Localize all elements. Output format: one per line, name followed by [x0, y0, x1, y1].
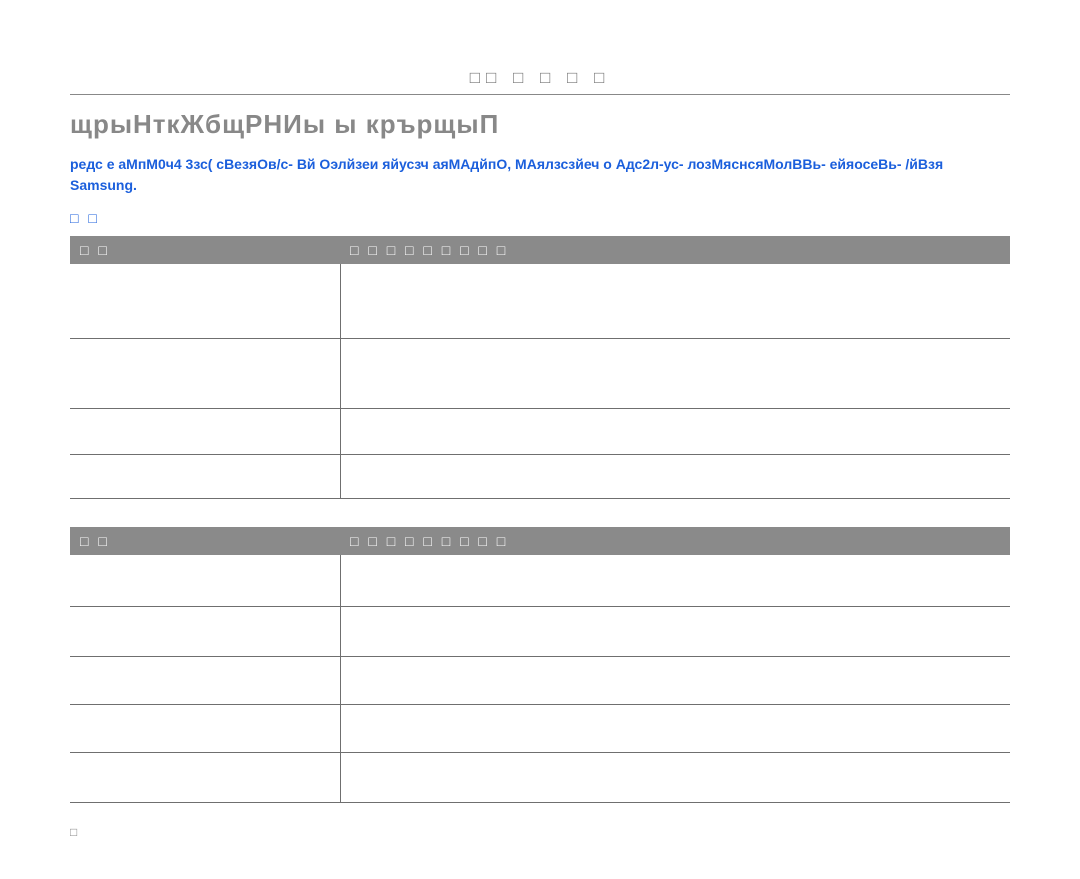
table2-r4-b: [340, 753, 1010, 803]
table-header-row: □ □ □ □ □ □ □ □ □ □ □: [70, 527, 1010, 555]
table-row: [70, 338, 1010, 408]
table1-r0-b: [340, 264, 1010, 338]
table-row: [70, 264, 1010, 338]
table-row: [70, 607, 1010, 657]
table2-r3-b: [340, 705, 1010, 753]
table2-r1-a: [70, 607, 340, 657]
table1-r2-a: [70, 408, 340, 454]
top-center-label: □□ □ □ □ □: [70, 68, 1010, 88]
table2-r1-b: [340, 607, 1010, 657]
table-row: [70, 705, 1010, 753]
table2-r4-a: [70, 753, 340, 803]
table1-header-b: □ □ □ □ □ □ □ □ □: [340, 236, 1010, 264]
table-row: [70, 555, 1010, 607]
table-row: [70, 657, 1010, 705]
table2-r0-b: [340, 555, 1010, 607]
spec-table-2: □ □ □ □ □ □ □ □ □ □ □: [70, 527, 1010, 804]
document-page: □□ □ □ □ □ щрыНткЖбщРНИы ы крърщыП редс …: [0, 0, 1080, 879]
table1-r1-a: [70, 338, 340, 408]
table2-r0-a: [70, 555, 340, 607]
spec-table-1: □ □ □ □ □ □ □ □ □ □ □: [70, 236, 1010, 499]
blue-subnote: □ □: [70, 210, 1010, 226]
table-row: [70, 408, 1010, 454]
table1-r3-b: [340, 454, 1010, 498]
table1-header-a: □ □: [70, 236, 340, 264]
blue-note-text: редс е аМпМ0ч4 3зс( сВезяОв/с- Вй Оэлйзе…: [70, 154, 1010, 196]
table2-header-a: □ □: [70, 527, 340, 555]
table2-r3-a: [70, 705, 340, 753]
table1-r2-b: [340, 408, 1010, 454]
top-rule: [70, 94, 1010, 95]
section-heading: щрыНткЖбщРНИы ы крърщыП: [70, 109, 1010, 140]
footer-mark: □: [70, 825, 1010, 839]
table1-r3-a: [70, 454, 340, 498]
table2-header-b: □ □ □ □ □ □ □ □ □: [340, 527, 1010, 555]
table-row: [70, 454, 1010, 498]
table1-r1-b: [340, 338, 1010, 408]
table-header-row: □ □ □ □ □ □ □ □ □ □ □: [70, 236, 1010, 264]
table2-r2-a: [70, 657, 340, 705]
table1-r0-a: [70, 264, 340, 338]
table2-r2-b: [340, 657, 1010, 705]
table-row: [70, 753, 1010, 803]
